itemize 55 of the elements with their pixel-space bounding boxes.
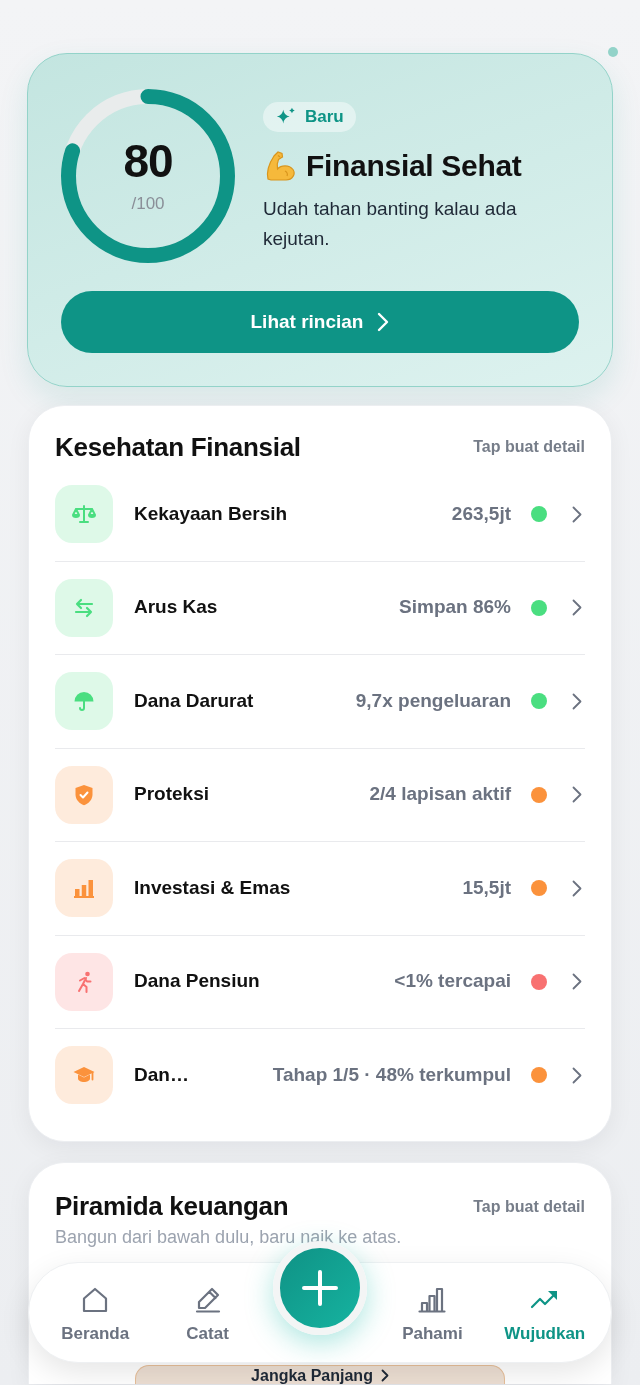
score-value: 80 [123,137,173,184]
shield-check-icon [55,765,113,824]
bar-chart-icon [55,859,113,917]
details-button[interactable]: Lihat rincian [61,291,579,353]
graduation-cap-icon [55,1046,113,1104]
item-value: 9,7x pengeluaran [354,688,511,713]
status-description: Udah tahan banting kalau ada kejutan. [263,197,518,251]
nav-tab[interactable]: Pahami [376,1263,489,1362]
chevron-right-icon [572,973,582,990]
add-button[interactable] [273,1241,367,1335]
chevron-right-icon [572,879,582,897]
chevron-right-icon [380,1369,389,1383]
level-button[interactable]: Jangka Panjang [135,1364,505,1384]
item-label: Dana Darurat [134,688,254,713]
health-list-item[interactable]: Proteksi 2/4 lapisan aktif [55,748,585,842]
nav-tab[interactable]: Wujudkan [488,1263,601,1362]
new-feature-label: Baru [305,106,344,129]
item-label: Dan… [134,1062,189,1087]
section-title: Kesehatan Finansial [55,430,301,464]
section-title: Piramida keuangan [55,1190,289,1223]
umbrella-icon [55,672,113,730]
chevron-right-icon [377,312,390,332]
health-list-item[interactable]: Kekayaan Bersih 263,5jt [55,468,585,562]
chevron-right-icon [572,786,582,803]
status-title: Finansial Sehat [306,148,522,184]
nav-tab[interactable]: Catat [151,1263,264,1362]
item-value: <1% tercapai [393,969,511,994]
health-list-item[interactable]: Investasi & Emas 15,5jt [55,842,585,936]
chevron-right-icon [572,1066,582,1084]
walking-person-icon [55,952,113,1011]
item-value: Tahap 1/5 · 48% terkumpul [271,1062,511,1087]
chevron-right-icon [572,692,582,710]
item-label: Investasi & Emas [134,875,291,900]
chevron-right-icon [572,599,582,616]
indicator-dot-icon [608,47,618,57]
health-list-item[interactable]: Dan… Tahap 1/5 · 48% terkumpul [55,1029,585,1122]
tap-hint: Tap buat detail [473,437,585,457]
tap-hint: Tap buat detail [473,1196,585,1217]
item-label: Kekayaan Bersih [134,501,288,526]
scale-icon [55,485,113,543]
item-value: 263,5jt [450,501,511,526]
item-value: Simpan 86% [398,595,511,620]
item-value: 15,5jt [461,875,511,900]
chevron-right-icon [572,505,582,523]
item-value: 2/4 lapisan aktif [368,782,511,807]
nav-tab[interactable]: Beranda [39,1263,152,1362]
health-list-item[interactable]: Dana Darurat 9,7x pengeluaran [55,655,585,749]
item-label: Proteksi [134,782,209,807]
swap-arrows-icon [55,578,113,637]
health-list-item[interactable]: Dana Pensiun <1% tercapai [55,935,585,1029]
item-label: Arus Kas [134,595,218,620]
plus-icon [301,1269,339,1307]
score-max: /100 [131,193,165,215]
item-label: Dana Pensiun [134,969,260,994]
health-list-item[interactable]: Arus Kas Simpan 86% [55,561,585,655]
